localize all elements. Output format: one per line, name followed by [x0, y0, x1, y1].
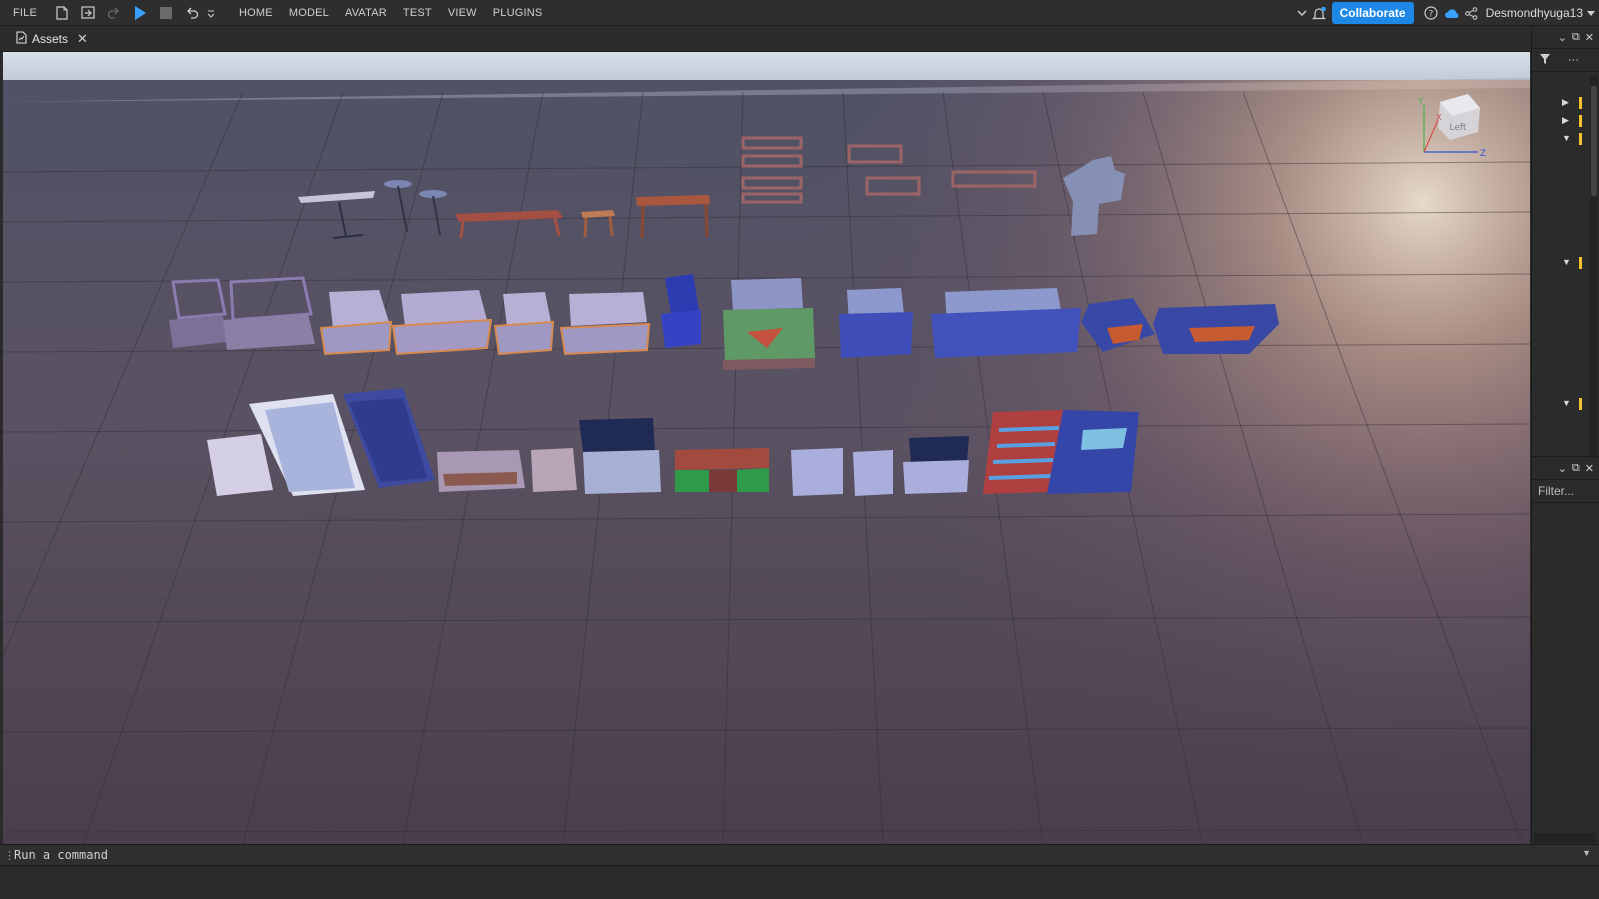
- view-cube-gizmo[interactable]: Y X Z Left: [1410, 84, 1490, 164]
- properties-panel: ⌄ ⧉ ✕ Filter...: [1532, 456, 1599, 845]
- svg-text:?: ?: [1428, 10, 1433, 20]
- properties-scrollbar[interactable]: [1534, 833, 1596, 843]
- menu-home[interactable]: HOME: [231, 7, 281, 19]
- 3d-viewport[interactable]: Y X Z Left: [3, 52, 1530, 844]
- collaborate-button[interactable]: Collaborate: [1331, 2, 1414, 24]
- tree-item-marker: [1579, 115, 1582, 127]
- command-bar: ⋮ Run a command ▼: [0, 844, 1599, 866]
- menu-bar: FILE HOME MODEL AVATAR TEST VIEW PLUGINS…: [0, 0, 1599, 26]
- chevron-down-icon[interactable]: ⌄: [1558, 462, 1567, 475]
- expand-arrow-icon[interactable]: ▶: [1562, 97, 1569, 108]
- explorer-toolbar: ···: [1532, 49, 1599, 72]
- view-face-label: Left: [1450, 123, 1467, 133]
- explorer-header: ⌄ ⧉ ✕: [1532, 26, 1599, 49]
- right-dock: ⌄ ⧉ ✕ ··· ▶ ▶ ▼ ▼ ▼ ⌄ ⧉ ✕ Filter...: [1531, 26, 1599, 844]
- share-icon[interactable]: [1462, 0, 1482, 26]
- tab-assets[interactable]: Assets ✕: [10, 29, 94, 49]
- tree-item-marker: [1579, 257, 1582, 269]
- status-bar: [0, 866, 1599, 899]
- explorer-scrollbar[interactable]: [1590, 76, 1598, 458]
- axis-y-label: Y: [1417, 97, 1424, 107]
- close-icon[interactable]: ✕: [1585, 462, 1594, 475]
- collapse-arrow-icon[interactable]: ▼: [1562, 133, 1571, 143]
- redo-icon[interactable]: [101, 0, 127, 26]
- username-label[interactable]: Desmondhyuga13: [1486, 6, 1583, 20]
- command-input[interactable]: Run a command: [14, 848, 108, 862]
- stop-icon[interactable]: [153, 0, 179, 26]
- chevron-down-icon[interactable]: [1296, 0, 1308, 26]
- tab-label: Assets: [32, 32, 69, 46]
- more-icon[interactable]: ···: [1568, 54, 1579, 66]
- account-dropdown-icon[interactable]: [1583, 0, 1599, 26]
- dropdown-icon[interactable]: [205, 0, 217, 26]
- menu-model[interactable]: MODEL: [281, 7, 337, 19]
- play-icon[interactable]: [127, 0, 153, 26]
- undock-icon[interactable]: ⧉: [1572, 462, 1580, 475]
- scrollbar-thumb[interactable]: [1591, 86, 1597, 196]
- tree-item-marker: [1579, 97, 1582, 109]
- chevron-down-icon[interactable]: ⌄: [1558, 31, 1567, 44]
- menu-test[interactable]: TEST: [395, 7, 440, 19]
- scene-canvas: [3, 78, 1530, 844]
- notification-icon[interactable]: [1308, 0, 1330, 26]
- properties-header: ⌄ ⧉ ✕: [1532, 457, 1599, 480]
- undo-icon[interactable]: [179, 0, 205, 26]
- help-icon[interactable]: ?: [1420, 0, 1442, 26]
- cloud-icon[interactable]: [1442, 0, 1462, 26]
- new-file-icon[interactable]: [49, 0, 75, 26]
- close-icon[interactable]: ✕: [77, 31, 88, 47]
- axis-z-label: Z: [1480, 149, 1486, 159]
- menu-plugins[interactable]: PLUGINS: [485, 7, 551, 19]
- undock-icon[interactable]: ⧉: [1572, 31, 1580, 44]
- collapse-arrow-icon[interactable]: ▼: [1562, 257, 1571, 267]
- menu-view[interactable]: VIEW: [440, 7, 485, 19]
- tree-item-marker: [1579, 398, 1582, 410]
- collapse-arrow-icon[interactable]: ▼: [1562, 398, 1571, 408]
- explorer-panel: ⌄ ⧉ ✕ ··· ▶ ▶ ▼ ▼ ▼: [1532, 26, 1599, 458]
- document-tab-bar: Assets ✕: [0, 26, 1531, 52]
- publish-icon[interactable]: [75, 0, 101, 26]
- axis-x-label: X: [1436, 113, 1442, 122]
- close-icon[interactable]: ✕: [1585, 31, 1594, 44]
- properties-filter-input[interactable]: Filter...: [1532, 480, 1599, 503]
- expand-arrow-icon[interactable]: ▶: [1562, 115, 1569, 126]
- menu-avatar[interactable]: AVATAR: [337, 7, 395, 19]
- chevron-down-icon[interactable]: ▼: [1582, 848, 1591, 858]
- script-icon: [16, 31, 27, 47]
- filter-icon[interactable]: [1540, 53, 1552, 67]
- file-menu[interactable]: FILE: [0, 7, 49, 19]
- tree-item-marker: [1579, 133, 1582, 145]
- top-right-controls: Collaborate ? Desmondhyuga13: [1296, 0, 1599, 26]
